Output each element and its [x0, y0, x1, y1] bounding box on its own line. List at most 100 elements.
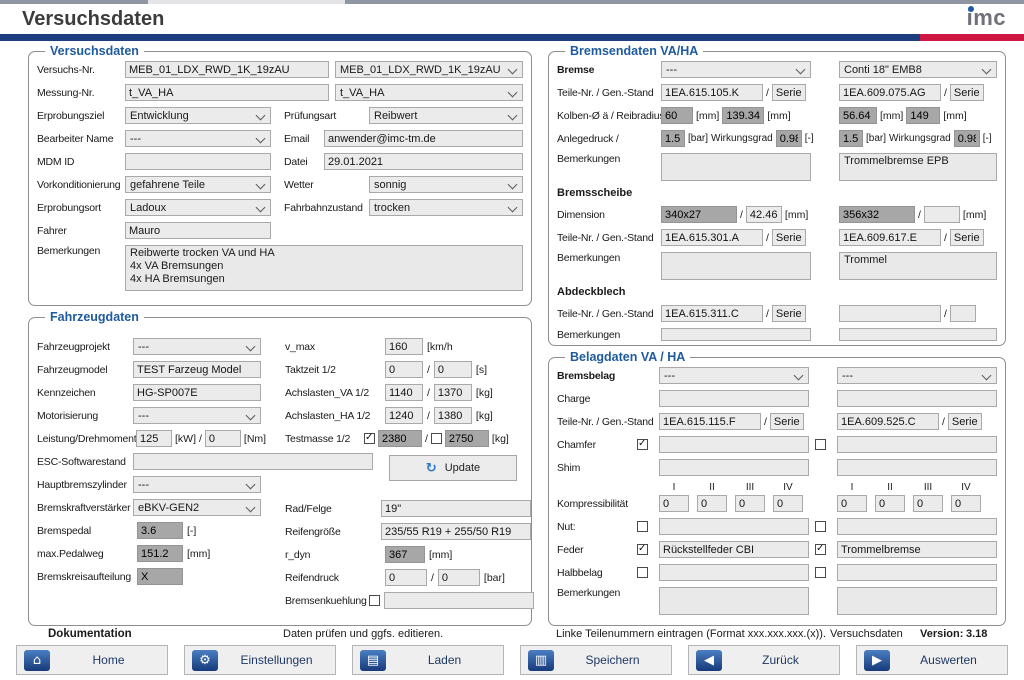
scheibe-va-teile-input[interactable] [661, 229, 763, 246]
bearbeiter-select[interactable]: --- [125, 130, 271, 147]
wetter-select[interactable]: sonnig [369, 176, 523, 193]
versuchs-nr-input[interactable] [125, 61, 329, 78]
belag-va-gen-input[interactable] [770, 413, 804, 430]
abdeck-ha-bemerkungen[interactable] [839, 328, 997, 341]
shim-va-input[interactable] [659, 459, 809, 476]
erprobungsort-select[interactable]: Ladoux [125, 199, 271, 216]
scheibe-ha-teile-input[interactable] [839, 229, 941, 246]
chamfer-ha-input[interactable] [837, 436, 997, 453]
email-field[interactable] [324, 130, 523, 147]
erprobungsziel-select[interactable]: Entwicklung [125, 107, 271, 124]
halbbelag-ha-input[interactable] [837, 564, 997, 581]
messung-nr-select[interactable]: t_VA_HA [335, 84, 523, 101]
rad-felge-input[interactable] [381, 500, 531, 517]
chamfer-va-checkbox[interactable] [637, 439, 648, 450]
scheibe-ha-bemerkungen[interactable]: Trommel [839, 252, 997, 280]
feder-ha-input[interactable] [837, 541, 997, 558]
zurueck-button[interactable]: ◀ Zurück [688, 645, 840, 675]
reifendruck-1-input[interactable] [385, 569, 427, 586]
taktzeit-1-input[interactable] [385, 361, 423, 378]
achslasten-ha-2-input[interactable] [434, 407, 472, 424]
scheibe-va-bemerkungen[interactable] [661, 252, 811, 280]
bremse-ha-gen-input[interactable] [950, 84, 984, 101]
abdeck-ha-gen-input[interactable] [950, 305, 976, 322]
scheibe-ha-gen-input[interactable] [950, 229, 984, 246]
reifengroesse-input[interactable] [381, 523, 531, 540]
abdeck-va-gen-input[interactable] [772, 305, 806, 322]
kompress-ha-1-input[interactable] [837, 495, 867, 512]
abdeck-ha-teile-input[interactable] [839, 305, 941, 322]
kompress-va-3-input[interactable] [735, 495, 765, 512]
testmasse-checkbox-1[interactable] [364, 433, 375, 444]
dimension-va-2-input[interactable] [746, 206, 782, 223]
kompress-va-2-input[interactable] [697, 495, 727, 512]
bremskraftverstaerker-select[interactable]: eBKV-GEN2 [133, 499, 261, 516]
dimension-ha-2-input[interactable] [924, 206, 960, 223]
taktzeit-2-input[interactable] [434, 361, 472, 378]
shim-ha-input[interactable] [837, 459, 997, 476]
home-button[interactable]: ⌂ Home [16, 645, 168, 675]
reifendruck-2-input[interactable] [438, 569, 480, 586]
bremse-va-bemerkungen[interactable] [661, 153, 811, 181]
halbbelag-va-input[interactable] [659, 564, 809, 581]
abdeck-va-teile-input[interactable] [661, 305, 763, 322]
motorisierung-select[interactable]: --- [133, 407, 261, 424]
charge-va-input[interactable] [659, 390, 809, 407]
halbbelag-va-checkbox[interactable] [637, 567, 648, 578]
bremsbelag-va-select[interactable]: --- [659, 367, 809, 384]
halbbelag-ha-checkbox[interactable] [815, 567, 826, 578]
achslasten-va-1-input[interactable] [385, 384, 423, 401]
update-button[interactable]: ↻ Update [389, 455, 517, 481]
bremse-va-select[interactable]: --- [661, 61, 811, 78]
nut-ha-checkbox[interactable] [815, 521, 826, 532]
datei-input[interactable] [324, 153, 523, 170]
kompress-ha-3-input[interactable] [913, 495, 943, 512]
bremse-va-gen-input[interactable] [772, 84, 806, 101]
charge-ha-input[interactable] [837, 390, 997, 407]
belag-ha-gen-input[interactable] [948, 413, 982, 430]
belag-ha-teile-input[interactable] [837, 413, 939, 430]
messung-nr-input[interactable] [125, 84, 329, 101]
achslasten-va-2-input[interactable] [434, 384, 472, 401]
kompress-ha-2-input[interactable] [875, 495, 905, 512]
belag-va-bemerkungen[interactable] [659, 587, 809, 615]
kompress-ha-4-input[interactable] [951, 495, 981, 512]
fahrbahnzustand-select[interactable]: trocken [369, 199, 523, 216]
achslasten-ha-1-input[interactable] [385, 407, 423, 424]
kennzeichen-input[interactable] [133, 384, 261, 401]
laden-button[interactable]: ▤ Laden [352, 645, 504, 675]
kompress-va-4-input[interactable] [773, 495, 803, 512]
leistung-kw-input[interactable] [136, 430, 172, 447]
auswerten-button[interactable]: ▶ Auswerten [856, 645, 1008, 675]
bremse-ha-select[interactable]: Conti 18" EMB8 [839, 61, 997, 78]
bremse-ha-teile-input[interactable] [839, 84, 941, 101]
einstellungen-button[interactable]: ⚙ Einstellungen [184, 645, 336, 675]
bremse-va-teile-input[interactable] [661, 84, 763, 101]
kompress-va-1-input[interactable] [659, 495, 689, 512]
bremsenkuehlung-checkbox[interactable] [369, 595, 380, 606]
chamfer-ha-checkbox[interactable] [815, 439, 826, 450]
belag-va-teile-input[interactable] [659, 413, 761, 430]
bremsenkuehlung-input[interactable] [384, 592, 534, 609]
belag-ha-bemerkungen[interactable] [837, 587, 997, 615]
speichern-button[interactable]: ▥ Speichern [520, 645, 672, 675]
v-max-input[interactable] [385, 338, 423, 355]
nut-va-input[interactable] [659, 518, 809, 535]
fahrzeugprojekt-select[interactable]: --- [133, 338, 261, 355]
mdm-id-input[interactable] [125, 153, 271, 170]
fahrer-input[interactable] [125, 222, 271, 239]
chamfer-va-input[interactable] [659, 436, 809, 453]
bremsbelag-ha-select[interactable]: --- [837, 367, 997, 384]
feder-va-checkbox[interactable] [637, 544, 648, 555]
feder-va-input[interactable] [659, 541, 809, 558]
vorkonditionierung-select[interactable]: gefahrene Teile [125, 176, 271, 193]
versuchs-nr-select[interactable]: MEB_01_LDX_RWD_1K_19zAU [335, 61, 523, 78]
bemerkungen-textarea[interactable]: Reibwerte trocken VA und HA 4x VA Bremsu… [125, 245, 523, 291]
fahrzeugmodel-input[interactable] [133, 361, 261, 378]
hauptbremszylinder-select[interactable]: --- [133, 476, 261, 493]
bremse-ha-bemerkungen[interactable]: Trommelbremse EPB [839, 153, 997, 181]
feder-ha-checkbox[interactable] [815, 544, 826, 555]
esc-input[interactable] [133, 453, 373, 470]
testmasse-checkbox-2[interactable] [431, 433, 442, 444]
drehmoment-input[interactable] [205, 430, 241, 447]
